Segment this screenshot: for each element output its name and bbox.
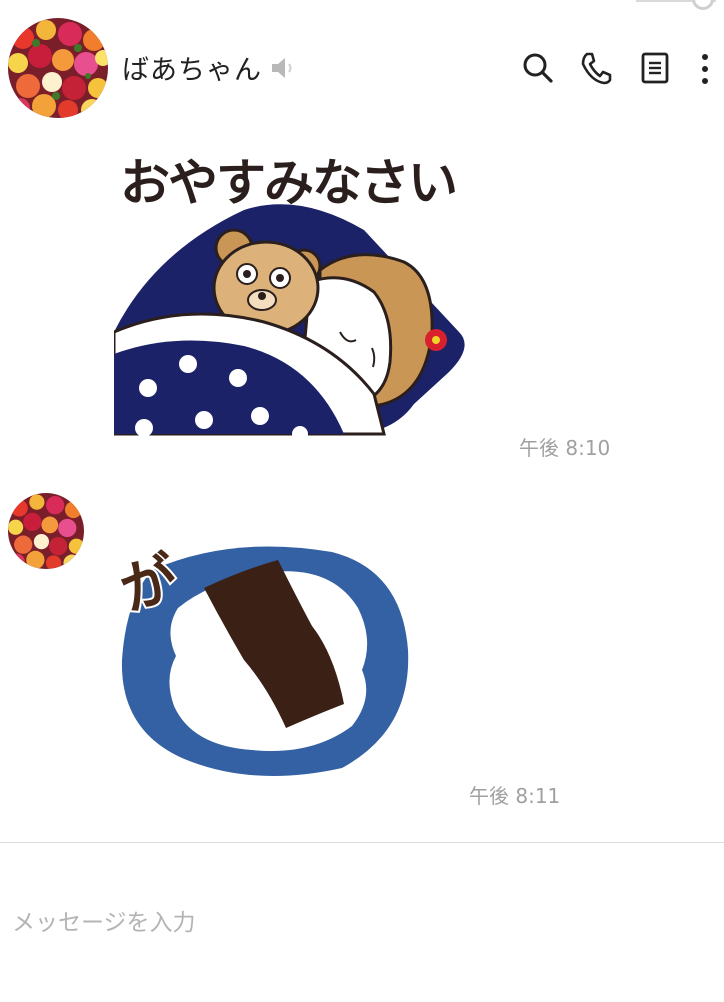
message-input[interactable] [0,843,724,1002]
message-time: 午後 8:10 [519,436,611,460]
message-time: 午後 8:11 [469,784,561,808]
more-vertical-icon[interactable] [690,50,720,86]
chat-header: ばあちゃん [0,0,724,125]
sticker-rice-cracker[interactable]: が [111,530,417,780]
speaker-muted-icon [270,55,296,85]
sticker-goodnight[interactable]: おやすみなさい [112,132,489,442]
phone-icon[interactable] [579,50,613,86]
notes-icon[interactable] [638,50,672,86]
contact-avatar[interactable] [8,18,108,118]
sticker-goodnight-text: おやすみなさい [120,154,456,212]
search-icon[interactable] [521,50,555,86]
sender-avatar[interactable] [8,493,84,569]
chat-title: ばあちゃん [122,55,262,86]
